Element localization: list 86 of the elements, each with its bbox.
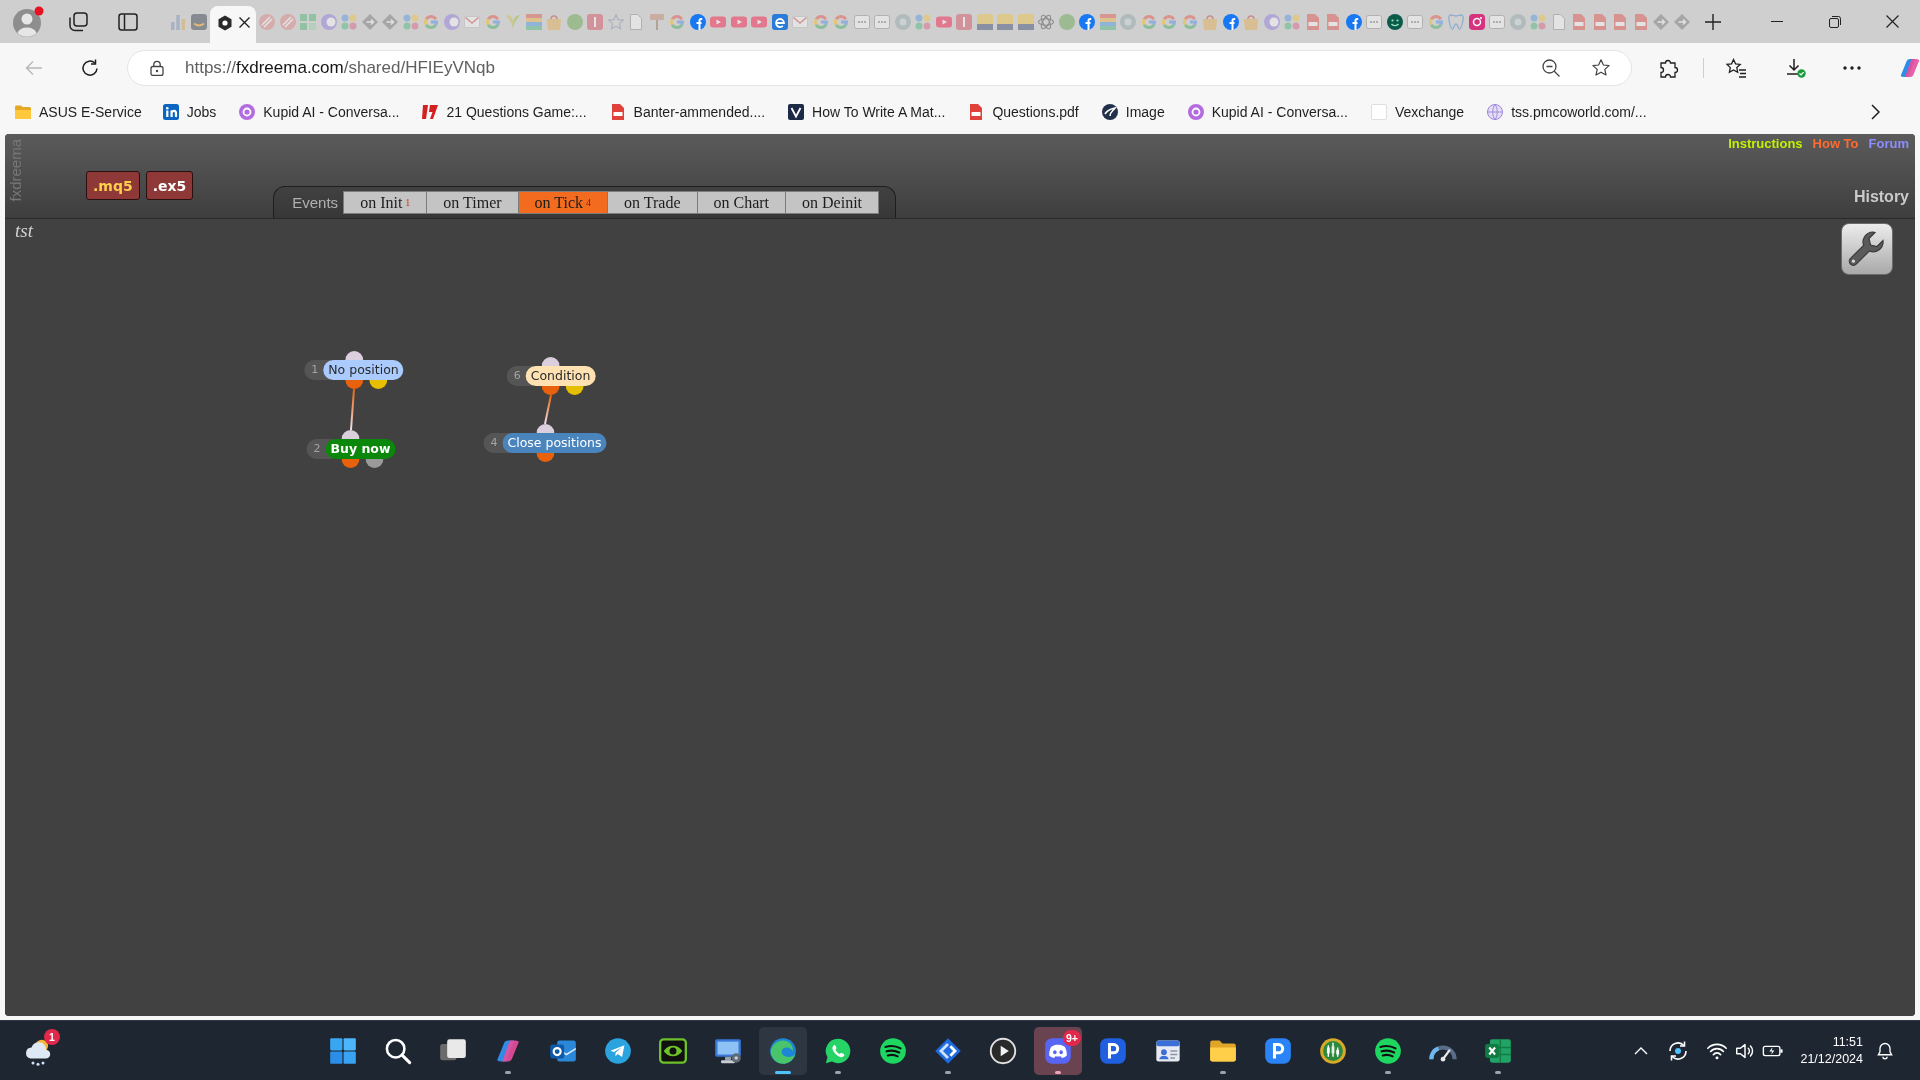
square-logo-icon <box>162 103 179 120</box>
clock-button[interactable]: 11:51 21/12/2024 <box>1796 1028 1867 1073</box>
sound-waves-icon <box>1374 1036 1402 1065</box>
wrench-icon <box>1848 230 1886 268</box>
lock-icon <box>149 59 165 76</box>
chevron-right-icon <box>1870 103 1880 120</box>
chevron-tile-icon <box>788 103 805 120</box>
close-icon <box>1885 15 1899 28</box>
disc-logo-icon <box>1187 103 1204 120</box>
bookmark[interactable]: Vexchange <box>1363 96 1473 127</box>
bookmark[interactable]: Jobs <box>155 96 225 127</box>
bookmark[interactable]: ASUS E-Service <box>8 96 150 127</box>
globe-icon <box>1487 103 1504 120</box>
file-icon <box>968 103 985 120</box>
header-link[interactable]: Instructions <box>1728 136 1803 152</box>
node-block[interactable]: Close positions <box>502 433 607 453</box>
tools-button[interactable] <box>1841 223 1893 275</box>
url-text: https://fxdreema.com/shared/HFIEyVNqb <box>185 57 496 78</box>
slash-mark-icon <box>422 103 439 120</box>
sound-waves-icon <box>879 1036 907 1065</box>
bookmark[interactable]: Kupid AI - Conversa... <box>1180 96 1356 127</box>
node-block[interactable]: No position <box>323 360 404 380</box>
play-circle-icon <box>989 1036 1017 1065</box>
window-layout-icon <box>118 11 138 32</box>
bookmark[interactable]: 21 Questions Game:... <box>415 96 595 127</box>
bookmark[interactable]: Kupid AI - Conversa... <box>232 96 408 127</box>
taskbar-app[interactable]: 9+ <box>1034 1026 1082 1075</box>
disc-logo-icon <box>239 103 256 120</box>
bookmark[interactable]: Questions.pdf <box>961 96 1087 127</box>
clock-time: 11:51 <box>1832 1033 1863 1051</box>
event-tab[interactable]: on Trade <box>607 191 698 214</box>
candlestick-icon <box>1319 1036 1347 1065</box>
export-button[interactable]: .ex5 <box>145 171 194 200</box>
wave-icon <box>769 1036 797 1065</box>
zoom-out-icon <box>1542 58 1560 77</box>
diamond-icon <box>934 1036 962 1065</box>
browser-tab[interactable] <box>210 6 256 43</box>
folder-icon <box>15 103 31 120</box>
notification-badge: 9+ <box>1063 1029 1081 1046</box>
file-icon <box>609 103 626 120</box>
events-label: Events <box>292 193 339 213</box>
chat-bubble-icon <box>824 1036 852 1065</box>
clock-date: 21/12/2024 <box>1800 1050 1863 1068</box>
windows-logo-icon <box>329 1036 357 1065</box>
address-field[interactable]: https://fxdreema.com/shared/HFIEyVNqb <box>127 49 1632 86</box>
connector-line <box>350 388 355 431</box>
weather-button[interactable]: 1 <box>14 1026 62 1075</box>
puzzle-icon <box>1660 57 1680 78</box>
restore-icon <box>1829 15 1841 28</box>
bookmark[interactable]: Image <box>1094 96 1173 127</box>
node-block[interactable]: Buy now <box>325 439 396 459</box>
p-logo-icon <box>1264 1036 1292 1065</box>
history-link[interactable]: History <box>1853 187 1909 206</box>
favorites-icon <box>1726 57 1746 78</box>
eye-icon <box>659 1036 687 1065</box>
bookmark[interactable]: tss.pmcoworld.com/... <box>1480 96 1655 127</box>
avatar-icon <box>12 5 44 38</box>
search-icon <box>384 1036 412 1065</box>
more-icon <box>1843 65 1861 70</box>
event-tab[interactable]: on Chart <box>696 191 787 214</box>
minimize-icon <box>1771 21 1783 22</box>
download-icon <box>1786 57 1806 78</box>
refresh-icon <box>81 58 99 77</box>
connector-line <box>544 394 552 425</box>
plus-icon <box>1705 13 1721 30</box>
project-name: tst <box>15 220 33 242</box>
p-logo-icon <box>1099 1036 1127 1065</box>
star-icon <box>1592 58 1610 77</box>
node-block[interactable]: Condition <box>525 366 596 386</box>
bookmark[interactable]: Banter-ammended.... <box>602 96 774 127</box>
event-tab[interactable]: on Timer <box>426 191 519 214</box>
bookmark[interactable]: How To Write A Mat... <box>781 96 954 127</box>
export-button[interactable]: .mq5 <box>86 171 140 200</box>
event-tab[interactable]: on Deinit <box>785 191 880 214</box>
taskbar-app[interactable] <box>759 1026 807 1075</box>
bell-icon <box>1875 1040 1895 1061</box>
monitor-icon <box>714 1036 742 1065</box>
spreadsheet-icon <box>1484 1036 1512 1065</box>
paper-plane-icon <box>604 1036 632 1065</box>
chevron-up-icon <box>1634 1046 1649 1055</box>
blank-page-icon <box>1370 103 1387 120</box>
stacked-squares-icon <box>68 11 88 32</box>
swoosh-disc-icon <box>1101 103 1118 120</box>
back-arrow-icon <box>25 58 43 77</box>
close-icon <box>239 17 250 28</box>
notification-badge: 1 <box>44 1028 60 1045</box>
